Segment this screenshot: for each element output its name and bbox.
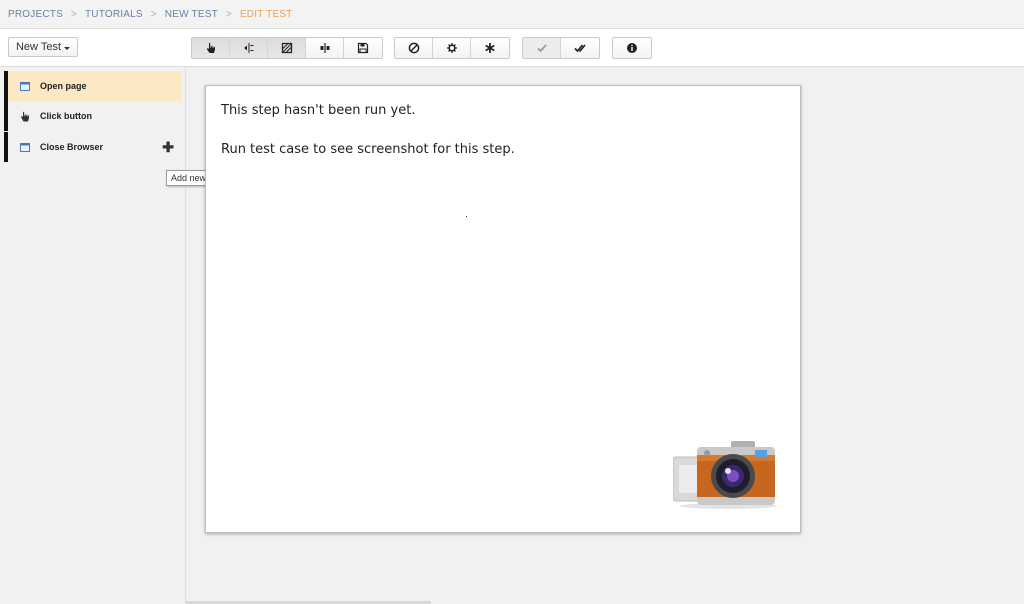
verify-button[interactable] xyxy=(523,38,561,58)
breadcrumb: PROJECTS > TUTORIALS > NEW TEST > EDIT T… xyxy=(0,0,1024,29)
camera-icon xyxy=(673,441,776,509)
browser-window-icon xyxy=(19,80,31,92)
pointer-tool-button[interactable] xyxy=(192,38,230,58)
step-label: Click button xyxy=(40,111,92,121)
toolbar: New Test xyxy=(0,29,1024,67)
step-open-page[interactable]: Open page xyxy=(4,71,181,101)
breadcrumb-separator: > xyxy=(70,8,77,20)
disable-icon xyxy=(408,42,419,54)
align-button[interactable] xyxy=(306,38,344,58)
caret-down-icon xyxy=(64,46,71,50)
double-check-icon xyxy=(574,44,586,53)
loading-dot xyxy=(466,216,467,217)
screenshot-toggle-button[interactable] xyxy=(268,38,306,58)
not-run-message: This step hasn't been run yet. xyxy=(221,103,416,118)
step-close-browser[interactable]: Close Browser ✚ xyxy=(4,132,181,162)
step-label: Open page xyxy=(40,81,87,91)
breadcrumb-separator: > xyxy=(150,8,157,20)
breadcrumb-separator: > xyxy=(225,8,232,20)
screenshot-panel: This step hasn't been run yet. Run test … xyxy=(205,85,801,533)
hand-pointer-icon xyxy=(19,110,31,122)
breadcrumb-tutorials[interactable]: TUTORIALS xyxy=(85,9,143,20)
split-button[interactable] xyxy=(230,38,268,58)
disable-step-button[interactable] xyxy=(395,38,433,58)
breadcrumb-projects[interactable]: PROJECTS xyxy=(8,9,63,20)
breadcrumb-edit-test: EDIT TEST xyxy=(239,8,293,20)
verify-tools-group xyxy=(522,37,600,59)
asterisk-button[interactable] xyxy=(471,38,509,58)
breadcrumb-new-test[interactable]: NEW TEST xyxy=(165,9,218,20)
add-step-icon[interactable]: ✚ xyxy=(162,140,174,154)
browser-window-icon xyxy=(19,141,31,153)
settings-button[interactable] xyxy=(433,38,471,58)
settings-icon xyxy=(446,43,457,53)
state-tools-group xyxy=(394,37,510,59)
asterisk-icon xyxy=(485,43,495,53)
pointer-icon xyxy=(206,43,215,53)
save-icon xyxy=(357,42,369,54)
verify-all-button[interactable] xyxy=(561,38,599,58)
align-icon xyxy=(320,43,329,53)
split-icon xyxy=(243,43,253,53)
edit-tools-group xyxy=(191,37,383,59)
step-click-button[interactable]: Click button xyxy=(4,101,181,131)
new-test-label: New Test xyxy=(15,41,62,53)
screenshot-icon xyxy=(281,42,292,54)
run-hint-message: Run test case to see screenshot for this… xyxy=(221,142,515,157)
check-icon xyxy=(536,44,547,53)
steps-sidebar: Open page Click button Close Browser ✚ xyxy=(0,67,186,604)
save-button[interactable] xyxy=(344,38,382,58)
new-test-dropdown[interactable]: New Test xyxy=(8,37,78,57)
step-label: Close Browser xyxy=(40,142,104,152)
info-group xyxy=(612,37,652,59)
info-button[interactable] xyxy=(613,38,651,58)
info-icon xyxy=(627,43,637,53)
